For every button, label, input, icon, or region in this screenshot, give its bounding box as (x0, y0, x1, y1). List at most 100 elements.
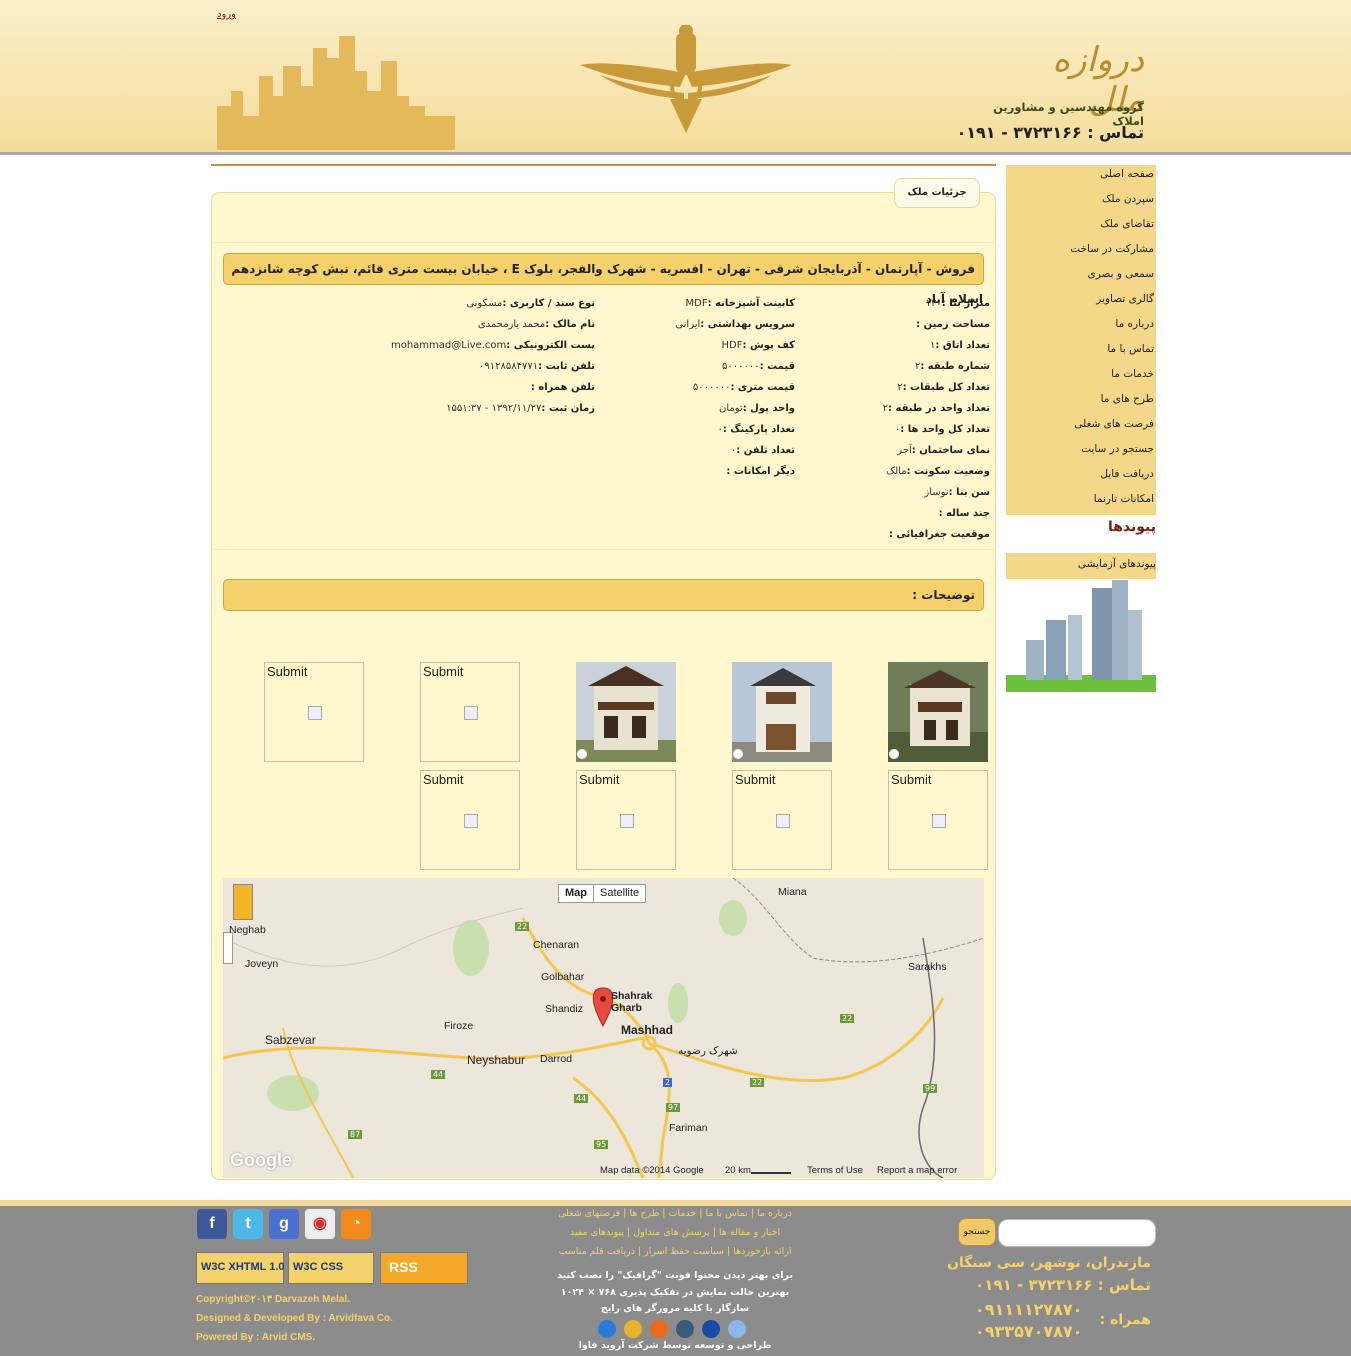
detail-label: نام مالک : (545, 319, 595, 330)
map-scale: 20 km (725, 1165, 751, 1176)
road-shield: 99 (923, 1084, 938, 1093)
map-label: Sarakhs (908, 961, 947, 973)
sidebar-item-5[interactable]: گالری تصاویر (1006, 290, 1156, 315)
photo-placeholder[interactable]: Submit (576, 770, 676, 870)
faravahar-logo (580, 25, 792, 133)
footer-links-row-2[interactable]: اخبار و مقاله ها | پرسش های متداول | پیو… (540, 1227, 810, 1238)
broken-image-icon (620, 814, 634, 828)
sidebar-item-6[interactable]: درباره ما (1006, 315, 1156, 340)
zoom-control[interactable] (223, 932, 233, 964)
map-type-map-button[interactable]: Map (558, 884, 594, 903)
detail-label: تعداد کل واحد ها : (900, 424, 990, 435)
road-shield: 95 (594, 1140, 609, 1149)
panel-title-tab: جزئیات ملک (894, 178, 980, 208)
w3c-css-badge[interactable]: W3C CSS (288, 1252, 374, 1284)
photo-placeholder[interactable]: Submit (732, 770, 832, 870)
detail-value: ۰۹۱۲۸۵۸۴۷۷۱ (479, 361, 539, 372)
street-view-pegman-icon[interactable] (233, 884, 253, 920)
map-label: Mashhad (621, 1023, 674, 1037)
map-terms-link[interactable]: Terms of Use (807, 1165, 863, 1176)
header-divider (0, 152, 1351, 155)
login-link[interactable]: ورود (217, 9, 236, 20)
property-photo[interactable] (576, 662, 676, 762)
w3c-xhtml-badge[interactable]: W3C XHTML 1.0 (196, 1252, 285, 1284)
detail-label: چند ساله : (938, 508, 990, 519)
details-column-3: نوع سند / کاربری :مسکونی نام مالک :محمد ی… (300, 293, 595, 419)
google-icon[interactable]: g (269, 1209, 299, 1239)
road-shield: 97 (666, 1103, 681, 1112)
skyline-graphic (217, 36, 455, 150)
road-shield: 22 (840, 1014, 855, 1023)
opera-icon (702, 1320, 720, 1338)
footer-phone: تماس : ۳۷۲۳۱۶۶ - ۰۱۹۱ (975, 1276, 1151, 1294)
picasa-icon[interactable]: ◉ (305, 1209, 335, 1239)
footer-search-button[interactable]: جستجو (958, 1218, 996, 1246)
sidebar-item-3[interactable]: مشارکت در ساخت (1006, 240, 1156, 265)
property-photo[interactable] (888, 662, 988, 762)
detail-row: سرویس بهداشتی :ایرانی (600, 314, 795, 335)
sidebar-item-1[interactable]: سپردن ملک (1006, 190, 1156, 215)
photo-placeholder[interactable]: Submit (888, 770, 988, 870)
sidebar-item-12[interactable]: دریافت فایل (1006, 465, 1156, 490)
sidebar-item-10[interactable]: فرصت های شغلی (1006, 415, 1156, 440)
detail-label: تلفن همراه : (530, 382, 595, 393)
footer-search-input[interactable] (998, 1219, 1156, 1247)
footer-mobile-1: ۰۹۱۱۱۱۲۷۸۷۰ (975, 1300, 1083, 1319)
google-map[interactable]: Map Satellite Miana Neghab Chenaran Jove… (223, 878, 984, 1178)
map-type-satellite-button[interactable]: Satellite (593, 884, 647, 903)
browser-icons (598, 1320, 748, 1340)
photo-placeholder[interactable]: Submit (420, 662, 520, 762)
detail-label: زمان ثبت : (541, 403, 595, 414)
detail-value: نوساز (924, 487, 949, 498)
sidebar-item-2[interactable]: تقاضای ملک (1006, 215, 1156, 240)
footer-links-row-1[interactable]: درباره ما | تماس با ما | خدمات | طرح ها … (540, 1208, 810, 1219)
links-item[interactable]: پیوندهای آزمایشی (1006, 553, 1156, 579)
detail-row: تعداد پارکینگ :۰ (600, 419, 795, 440)
property-photo[interactable] (732, 662, 832, 762)
header-phone: تماس : ۳۷۲۳۱۶۶ - ۰۱۹۱ (956, 123, 1144, 142)
map-label: Neyshabur (467, 1053, 526, 1067)
property-address-bar: فروش - آپارتمان - آذربایجان شرقی - تهران… (223, 253, 984, 306)
detail-value: mohammad@Live.com (390, 340, 507, 351)
sidebar-item-0[interactable]: صفحه اصلی (1006, 165, 1156, 190)
buildings-graphic (1006, 580, 1156, 692)
sidebar-item-11[interactable]: جستجو در سایت (1006, 440, 1156, 465)
sidebar-item-7[interactable]: تماس با ما (1006, 340, 1156, 365)
photo-placeholder[interactable]: Submit (264, 662, 364, 762)
footer-note-browsers: سازگار با کلیه مرورگر های رایج (600, 1303, 750, 1314)
rss-icon[interactable]: ◔ (341, 1209, 371, 1239)
footer-links-row-3[interactable]: ارائه بازخوردها | سیاست حفظ اسرار | دریا… (540, 1246, 810, 1257)
footer-address: مازندران، نوشهر، سی سنگان (947, 1255, 1151, 1271)
detail-row: تعداد کل طبقات :۲ (800, 377, 990, 398)
sidebar-item-4[interactable]: سمعی و بصری (1006, 265, 1156, 290)
detail-label: نوع سند / کاربری : (502, 298, 595, 309)
rss-valid-badge[interactable]: RSS (380, 1252, 468, 1284)
map-label: Shandiz (545, 1003, 583, 1015)
detail-label: قیمت : (759, 361, 795, 372)
detail-value: مسکونی (466, 298, 503, 309)
detail-row: تعداد واحد در طبقه :۲ (800, 398, 990, 419)
detail-value: ایرانی (675, 319, 701, 330)
detail-row: قیمت :۵۰۰۰۰۰۰ (600, 356, 795, 377)
detail-row: نام مالک :محمد یارمحمدی (300, 314, 595, 335)
twitter-icon[interactable]: t (233, 1209, 263, 1239)
detail-label: تعداد اتاق : (935, 340, 990, 351)
detail-label: تلفن ثابت : (538, 361, 595, 372)
facebook-icon[interactable]: f (197, 1209, 227, 1239)
detail-label: متراژ بنا : (941, 298, 990, 309)
sidebar-item-8[interactable]: خدمات ما (1006, 365, 1156, 390)
details-column-2: کابینت آشپزخانه :MDF سرویس بهداشتی :ایران… (600, 293, 795, 482)
detail-row: تعداد تلفن :۰ (600, 440, 795, 461)
detail-value: ۵۰۰۰۰۰۰ (721, 361, 760, 372)
map-report-link[interactable]: Report a map error (877, 1165, 957, 1176)
map-label: Golbahar (541, 971, 585, 983)
detail-label: سن بنا : (948, 487, 990, 498)
sidebar-item-13[interactable]: امکانات تارنما (1006, 490, 1156, 515)
road-shield: 22 (750, 1078, 765, 1087)
footer-designed: Designed & Developed By : Arvidfava Co. (196, 1313, 393, 1324)
detail-row: شماره طبقه :۲ (800, 356, 990, 377)
detail-row: مساحت زمین : (800, 314, 990, 335)
google-logo: Google (230, 1150, 292, 1170)
photo-placeholder[interactable]: Submit (420, 770, 520, 870)
sidebar-item-9[interactable]: طرح های ما (1006, 390, 1156, 415)
